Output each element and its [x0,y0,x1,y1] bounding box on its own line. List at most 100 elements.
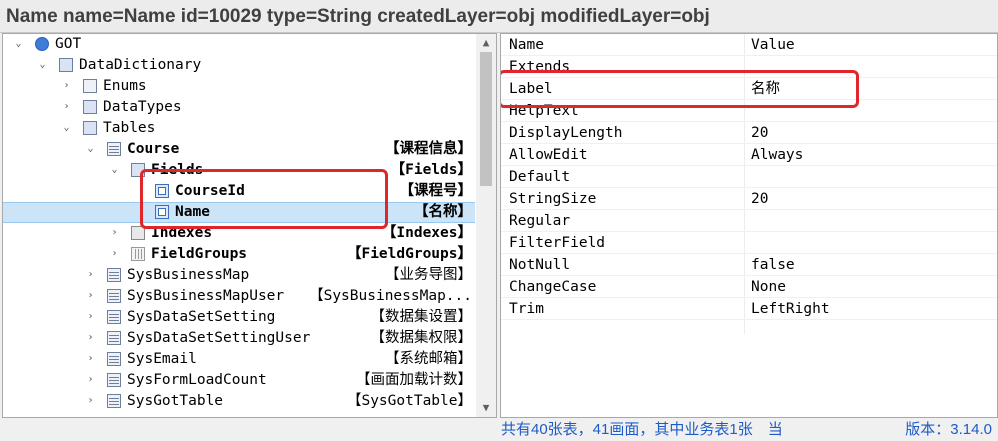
tree-node-label: DataDictionary [79,57,202,73]
chevron-down-icon[interactable]: ⌄ [13,38,24,49]
property-key: NotNull [509,257,571,273]
property-key: Default [509,169,571,185]
scrollbar-thumb[interactable] [480,52,492,186]
fields-icon [131,163,145,177]
status-bar: 共有40张表，41画面，其中业务表1张 当 版本：3.14.0 [0,418,998,441]
tree-node-caption: 【业务导图】 [385,267,472,283]
property-value[interactable]: 20 [751,122,768,144]
chevron-down-icon[interactable]: ⌄ [61,122,72,133]
chevron-right-icon[interactable]: › [85,353,96,364]
tree-scrollbar[interactable]: ▲ ▼ [476,34,496,417]
property-row-helptext[interactable]: HelpText [501,100,997,122]
chevron-right-icon[interactable]: › [109,227,120,238]
chevron-right-icon[interactable]: › [85,290,96,301]
tree-node-label: DataTypes [103,99,182,115]
tree-node-sysbusinessmap[interactable]: › SysBusinessMap 【业务导图】 [3,265,475,286]
tree-node-name[interactable]: Name 【名称】 [3,202,475,223]
tree-node-course[interactable]: ⌄ Course 【课程信息】 [3,139,475,160]
property-value[interactable]: false [751,254,795,276]
chevron-right-icon[interactable]: › [85,311,96,322]
tree-node-courseid[interactable]: CourseId 【课程号】 [3,181,475,202]
chevron-right-icon[interactable]: › [61,101,72,112]
property-row-default[interactable]: Default [501,166,997,188]
chevron-right-icon[interactable]: › [85,332,96,343]
property-key: HelpText [509,103,579,119]
property-row-filterfield[interactable]: FilterField [501,232,997,254]
property-row-notnull[interactable]: NotNull false [501,254,997,276]
table-icon [107,142,121,156]
tree-node-caption: 【课程信息】 [385,141,472,157]
tables-icon [83,121,97,135]
tree-node-label: SysDataSetSetting [127,309,276,325]
chevron-right-icon[interactable]: › [109,248,120,259]
tree-node-label: CourseId [175,183,245,199]
tree-node-sysgottable[interactable]: › SysGotTable 【SysGotTable】 [3,391,475,412]
tree-node-label: Tables [103,120,156,136]
property-key: ChangeCase [509,279,597,295]
tree-node-label: SysGotTable [127,393,224,409]
property-key: FilterField [509,235,606,251]
property-row-trim[interactable]: Trim LeftRight [501,298,997,320]
tree-node-label: Indexes [151,225,213,241]
tree-node-sysemail[interactable]: › SysEmail 【系统邮箱】 [3,349,475,370]
tree-node-caption: 【系统邮箱】 [385,351,472,367]
tree-node-label: Name [175,204,210,220]
property-row-allowedit[interactable]: AllowEdit Always [501,144,997,166]
tree-node-caption: 【SysGotTable】 [346,393,472,409]
tree-node-got[interactable]: ⌄ GOT [3,34,475,55]
tree-node-indexes[interactable]: › Indexes 【Indexes】 [3,223,475,244]
tree-node-fieldgroups[interactable]: › FieldGroups 【FieldGroups】 [3,244,475,265]
tree-node-fields[interactable]: ⌄ Fields 【Fields】 [3,160,475,181]
tree-node-tables[interactable]: ⌄ Tables [3,118,475,139]
property-row-changecase[interactable]: ChangeCase None [501,276,997,298]
tree-node-datadictionary[interactable]: ⌄ DataDictionary [3,55,475,76]
property-value[interactable]: 20 [751,188,768,210]
tree-node-sysbusinessmapuser[interactable]: › SysBusinessMapUser 【SysBusinessMap... [3,286,475,307]
table-icon [107,373,121,387]
property-row-displaylength[interactable]: DisplayLength 20 [501,122,997,144]
tree-node-label: SysBusinessMap [127,267,250,283]
property-header-row: Name Value [501,34,997,56]
property-value: Value [751,37,795,53]
chevron-right-icon[interactable]: › [85,374,96,385]
property-value[interactable]: None [751,276,786,298]
tree-node-datatypes[interactable]: › DataTypes [3,97,475,118]
chevron-down-icon[interactable]: ⌄ [37,59,48,70]
window-title: Name name=Name id=10029 type=String crea… [0,0,998,33]
tree-node-caption: 【Fields】 [390,162,472,178]
tree-node-label: Course [127,141,180,157]
tree-node-label: SysEmail [127,351,197,367]
indexes-icon [131,226,145,240]
dictionary-icon [59,58,73,72]
fieldgroups-icon [131,247,145,261]
property-key: StringSize [509,191,597,207]
tree-node-enums[interactable]: › Enums [3,76,475,97]
chevron-right-icon[interactable]: › [85,395,96,406]
tree-node-label: SysFormLoadCount [127,372,267,388]
table-icon [107,310,121,324]
chevron-right-icon[interactable]: › [61,80,72,91]
field-icon [155,205,169,219]
data-dictionary-tree[interactable]: ⌄ GOT ⌄ DataDictionary › Enums › DataTyp… [2,33,497,418]
tree-node-label: GOT [55,36,82,52]
property-value[interactable]: LeftRight [751,298,830,320]
chevron-down-icon[interactable]: ▼ [476,399,496,417]
chevron-down-icon[interactable]: ⌄ [109,164,120,175]
tree-node-label: Fields [151,162,204,178]
property-value[interactable]: 名称 [751,78,780,100]
tree-node-sysdatasetsetting[interactable]: › SysDataSetSetting 【数据集设置】 [3,307,475,328]
property-row-label[interactable]: Label 名称 [501,78,997,100]
property-key: Regular [509,213,571,229]
chevron-right-icon[interactable]: › [85,269,96,280]
property-row-regular[interactable]: Regular [501,210,997,232]
property-grid[interactable]: Name Value Extends Label 名称 HelpText Dis… [500,33,998,418]
property-row-extends[interactable]: Extends [501,56,997,78]
field-icon [155,184,169,198]
table-icon [107,352,121,366]
chevron-down-icon[interactable]: ⌄ [85,143,96,154]
chevron-up-icon[interactable]: ▲ [476,34,496,52]
property-row-stringsize[interactable]: StringSize 20 [501,188,997,210]
tree-node-sysformloadcount[interactable]: › SysFormLoadCount 【画面加载计数】 [3,370,475,391]
property-value[interactable]: Always [751,144,803,166]
tree-node-sysdatasetsettinguser[interactable]: › SysDataSetSettingUser 【数据集权限】 [3,328,475,349]
